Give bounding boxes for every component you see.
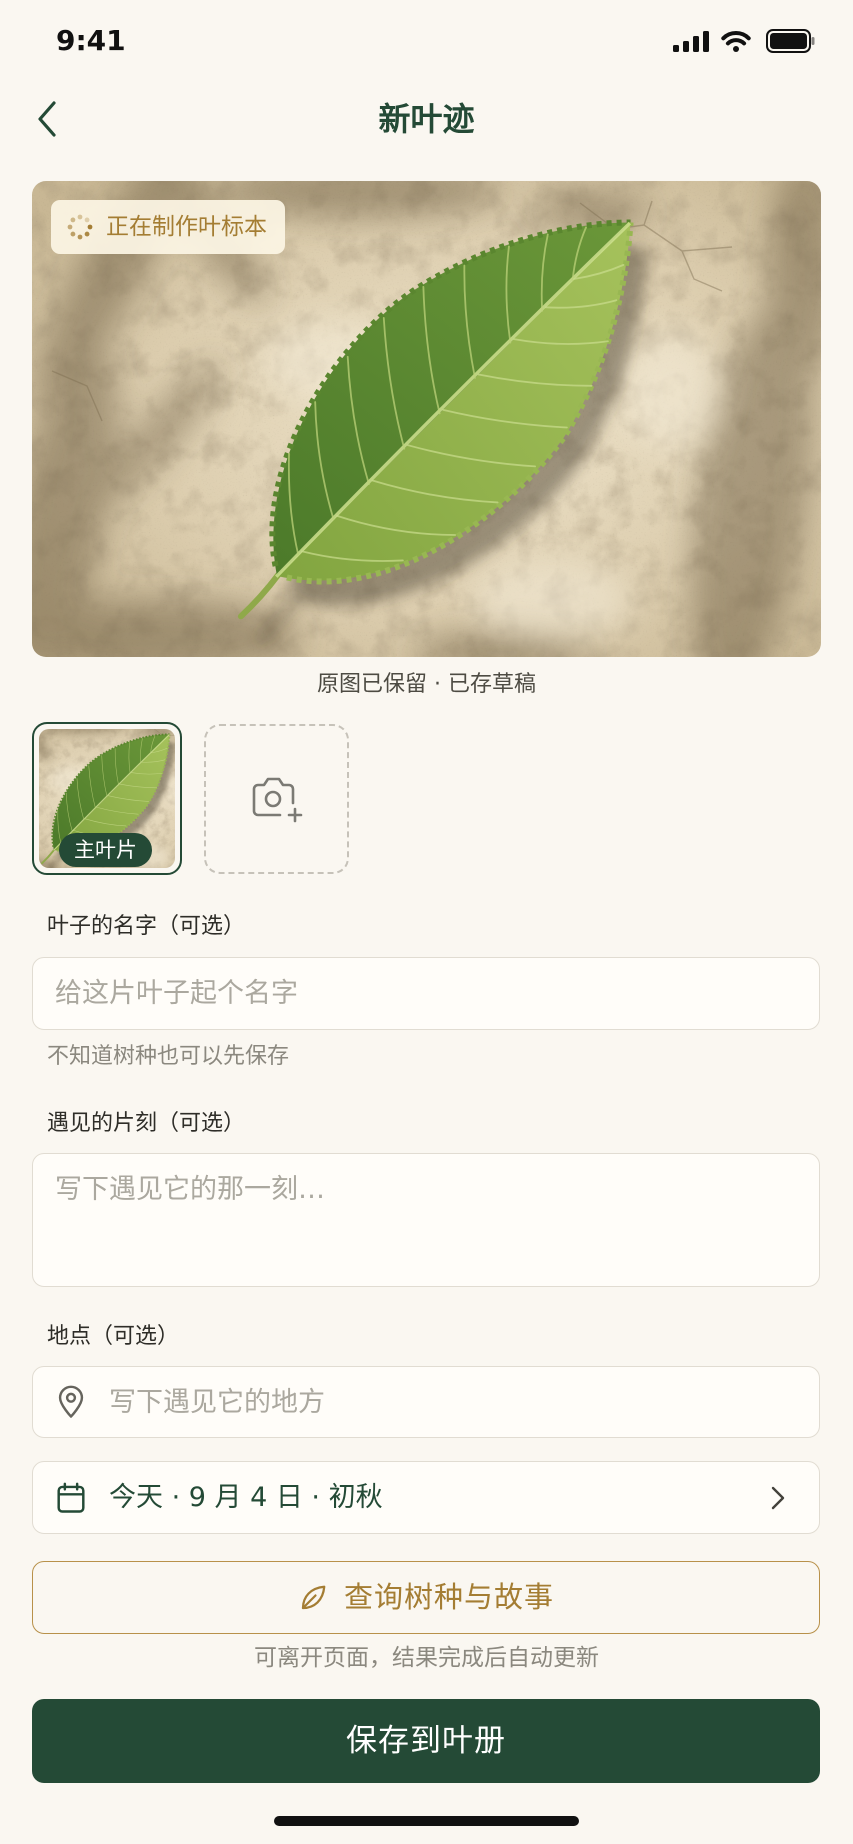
- battery-icon: [766, 29, 815, 53]
- location-field-container: [32, 1366, 820, 1438]
- moment-textarea[interactable]: [33, 1154, 819, 1286]
- loading-spinner-icon: [67, 214, 93, 240]
- map-pin-icon: [58, 1385, 84, 1418]
- page-title: 新叶迹: [378, 100, 475, 138]
- home-indicator: [274, 1816, 579, 1826]
- name-field-container: [32, 957, 820, 1030]
- identify-hint: 可离开页面，结果完成后自动更新: [254, 1645, 599, 1671]
- location-input[interactable]: [86, 1367, 819, 1437]
- leaf-icon: [301, 1585, 326, 1609]
- photo-thumbnail-frame: 主叶片: [39, 729, 175, 868]
- date-text: 今天 · 9 月 4 日 · 初秋: [109, 1481, 383, 1513]
- name-field-hint: 不知道树种也可以先保存: [47, 1044, 290, 1069]
- save-to-album-label: 保存到叶册: [346, 1723, 506, 1758]
- status-time: 9:41: [56, 24, 126, 57]
- moment-field-label: 遇见的片刻（可选）: [47, 1111, 246, 1136]
- location-field-label: 地点（可选）: [47, 1324, 180, 1349]
- photo-save-caption: 原图已保留 · 已存草稿: [317, 672, 536, 697]
- main-leaf-tag: 主叶片: [59, 833, 152, 867]
- calendar-icon: [57, 1482, 85, 1513]
- identify-species-label: 查询树种与故事: [343, 1581, 554, 1614]
- cellular-signal-icon: [673, 31, 709, 52]
- date-picker-row[interactable]: 今天 · 9 月 4 日 · 初秋: [32, 1461, 820, 1534]
- new-leaf-screen: 9:41 新叶迹 正在制作叶标本 原图已保留 · 已存草稿 主叶片 叶子的名字（…: [0, 0, 853, 1844]
- photo-thumbnail-main[interactable]: 主叶片: [32, 722, 182, 875]
- moment-field-container: [32, 1153, 820, 1287]
- processing-status-badge: 正在制作叶标本: [51, 200, 285, 254]
- wifi-icon: [721, 31, 751, 52]
- processing-status-text: 正在制作叶标本: [106, 214, 267, 240]
- add-photo-button[interactable]: [204, 724, 349, 874]
- name-field-label: 叶子的名字（可选）: [47, 914, 246, 939]
- camera-plus-icon: [252, 777, 302, 823]
- leaf-photo-preview: 正在制作叶标本: [32, 181, 821, 657]
- leaf-name-input[interactable]: [33, 958, 819, 1029]
- chevron-right-icon: [771, 1486, 785, 1509]
- identify-species-button[interactable]: 查询树种与故事: [32, 1561, 820, 1634]
- save-to-album-button[interactable]: 保存到叶册: [32, 1699, 820, 1783]
